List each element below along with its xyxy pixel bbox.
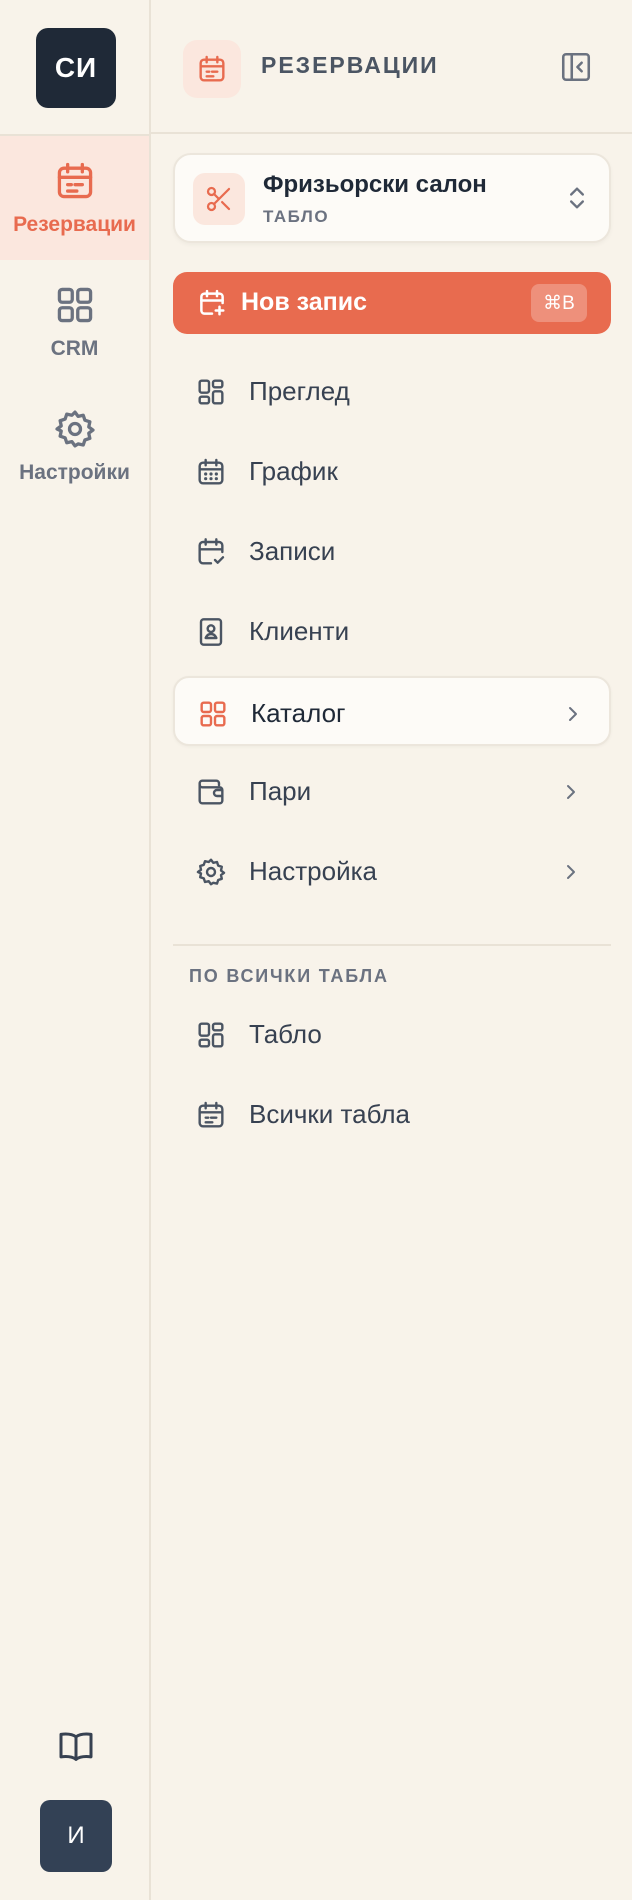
book-icon[interactable]: [56, 1726, 96, 1766]
all-boards-section-label: ПО ВСИЧКИ ТАБЛА: [189, 966, 389, 986]
rail-item-label: CRM: [50, 337, 99, 360]
rail-item-settings[interactable]: Настройки: [0, 384, 149, 508]
section-divider: [173, 944, 611, 946]
sidebar-panel: РЕЗЕРВАЦИИ Фризьорски салон ТАБЛО Нов за…: [151, 0, 632, 1900]
gear-icon: [196, 858, 226, 886]
panel-header: РЕЗЕРВАЦИИ: [151, 0, 632, 134]
nav-item-setup[interactable]: Настройка: [173, 836, 611, 906]
nav-item-label: Каталог: [251, 698, 346, 728]
rail-item-crm[interactable]: CRM: [0, 260, 149, 384]
contact-book-icon: [199, 618, 223, 646]
wallet-icon: [198, 779, 224, 805]
nav-item-records[interactable]: Записи: [173, 516, 611, 586]
rail-item-label: Настройки: [19, 461, 130, 484]
calendar-icon: [57, 162, 92, 199]
new-record-label: Нов запис: [241, 288, 368, 316]
nav-item-overview[interactable]: Преглед: [173, 356, 611, 426]
chevron-right-icon: [567, 785, 575, 799]
nav-item-all-boards[interactable]: Всички табла: [173, 1079, 611, 1149]
sidebar-collapse-icon[interactable]: [559, 50, 593, 84]
nav-item-clients[interactable]: Клиенти: [173, 596, 611, 666]
board-name: Фризьорски салон: [263, 171, 487, 198]
grid-icon: [200, 701, 226, 727]
gear-icon: [54, 410, 95, 448]
new-record-button[interactable]: Нов запис ⌘B: [173, 272, 611, 334]
calendar-list-icon: [198, 1101, 224, 1128]
chevron-right-icon: [569, 707, 577, 721]
calendar-check-icon: [198, 538, 225, 565]
nav-item-money[interactable]: Пари: [173, 756, 611, 826]
nav-item-label: Клиенти: [249, 616, 350, 646]
workspace-logo[interactable]: СИ: [36, 28, 116, 108]
scissors-icon: [206, 186, 231, 212]
nav-item-label: Преглед: [249, 376, 350, 406]
calendar-grid-icon: [198, 458, 224, 485]
nav-item-board[interactable]: Табло: [173, 999, 611, 1069]
nav-item-label: Табло: [249, 1019, 322, 1049]
board-icon-badge: [193, 173, 245, 225]
header-icon-badge: [183, 40, 241, 98]
dashboard-icon: [198, 1022, 224, 1048]
board-subtitle: ТАБЛО: [263, 207, 330, 226]
grid-icon: [57, 287, 92, 323]
calendar-icon: [199, 55, 225, 82]
nav-item-label: Настройка: [249, 856, 377, 886]
nav-item-label: Пари: [249, 776, 312, 806]
dashboard-icon: [198, 379, 224, 405]
app-rail: СИ Резервации CRM Настройки И: [0, 0, 151, 1900]
rail-item-reservations[interactable]: Резервации: [0, 136, 149, 260]
nav-item-schedule[interactable]: График: [173, 436, 611, 506]
nav-item-label: Всички табла: [249, 1099, 410, 1129]
page-title: РЕЗЕРВАЦИИ: [261, 52, 439, 78]
nav-item-catalog[interactable]: Каталог: [173, 676, 611, 746]
rail-item-label: Резервации: [13, 213, 136, 236]
chevron-right-icon: [567, 865, 575, 879]
nav-item-label: График: [249, 456, 338, 486]
chevron-up-down-icon: [570, 187, 584, 209]
user-avatar[interactable]: И: [40, 1800, 112, 1872]
calendar-plus-icon: [200, 289, 225, 316]
board-selector[interactable]: Фризьорски салон ТАБЛО: [173, 153, 611, 243]
nav-item-label: Записи: [249, 536, 336, 566]
shortcut-badge: ⌘B: [531, 284, 587, 322]
